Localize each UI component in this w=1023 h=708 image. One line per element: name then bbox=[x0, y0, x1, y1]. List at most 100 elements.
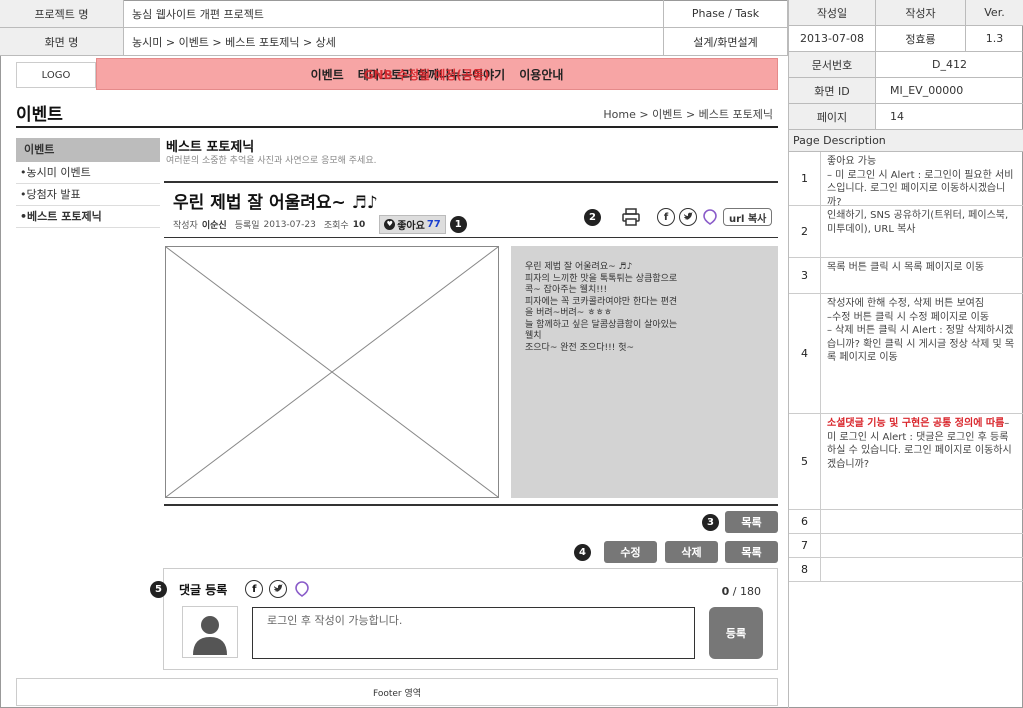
description-text: 소셜댓글 기능 및 구현은 공통 정의에 따름– 미 로그인 시 Alert :… bbox=[821, 414, 1023, 509]
writer-label: 작성자 bbox=[173, 221, 198, 231]
section-subtitle: 여러분의 소중한 추억을 사진과 사연으로 응모해 주세요. bbox=[166, 156, 377, 166]
avatar bbox=[182, 606, 238, 658]
divider bbox=[16, 126, 778, 128]
bird-glyph bbox=[273, 584, 283, 592]
gnb: 이벤트 테마스토리 함께나누는이야기 GNB 수정될 예정(공통) 이용안내 bbox=[96, 58, 778, 90]
screen-id-label: 화면 ID bbox=[788, 78, 875, 103]
description-row: 4 작성자에 한해 수정, 삭제 버튼 보여짐 –수정 버튼 클릭 시 수정 페… bbox=[789, 294, 1023, 414]
sidebar-item-best-photogenic[interactable]: •베스트 포토제닉 bbox=[16, 206, 160, 228]
breadcrumb: Home > 이벤트 > 베스트 포토제닉 bbox=[603, 108, 773, 121]
phase-label: Phase / Task bbox=[664, 0, 788, 27]
page-value: 14 bbox=[875, 104, 1023, 129]
description-text bbox=[821, 558, 1023, 581]
description-num: 7 bbox=[789, 534, 821, 557]
divider bbox=[164, 181, 778, 183]
register-button[interactable]: 등록 bbox=[709, 607, 763, 659]
phase-value: 설계/화면설계 bbox=[664, 28, 788, 55]
date-value: 2013-07-23 bbox=[263, 219, 316, 230]
post-meta: 작성자 이순신 등록일 2013-07-23 조회수 10 ♥ 좋아요 77 1 bbox=[173, 215, 467, 234]
version-label: Ver. bbox=[965, 0, 1023, 25]
facebook-icon[interactable]: f bbox=[245, 580, 264, 598]
me2day-icon[interactable] bbox=[701, 208, 719, 226]
author-label: 작성자 bbox=[875, 0, 965, 25]
comment-char-count: 0 / 180 bbox=[722, 585, 761, 598]
like-button[interactable]: ♥ 좋아요 77 bbox=[379, 215, 446, 234]
annotation-badge-1: 1 bbox=[449, 216, 467, 233]
date-label: 등록일 bbox=[234, 221, 260, 231]
screen-value: 농시미 > 이벤트 > 베스트 포토제닉 > 상세 bbox=[124, 28, 664, 55]
sidebar: 이벤트 •농시미 이벤트 •당첨자 발표 •베스트 포토제닉 bbox=[16, 138, 160, 228]
description-row: 2 인쇄하기, SNS 공유하기(트위터, 페이스북, 미투데이), URL 복… bbox=[789, 206, 1023, 258]
version-value: 1.3 bbox=[965, 26, 1023, 51]
doc-meta: 작성일 작성자 Ver. 2013-07-08 정효룡 1.3 문서번호 D_4… bbox=[788, 0, 1023, 130]
doc-header: 프로젝트 명 농심 웹사이트 개편 프로젝트 Phase / Task 화면 명… bbox=[0, 0, 788, 56]
sidebar-item-winners[interactable]: •당첨자 발표 bbox=[16, 184, 160, 206]
description-row: 7 bbox=[789, 534, 1023, 558]
list-button-top[interactable]: 목록 bbox=[725, 511, 778, 533]
post-body: 우린 제법 잘 어울려요~ ♬♪ 피자의 느끼한 맛을 톡톡튀는 상큼함으로 콕… bbox=[511, 246, 778, 498]
description-row: 5 소셜댓글 기능 및 구현은 공통 정의에 따름– 미 로그인 시 Alert… bbox=[789, 414, 1023, 510]
delete-button[interactable]: 삭제 bbox=[665, 541, 718, 563]
url-copy-button[interactable]: url 복사 bbox=[723, 208, 773, 226]
comment-header: 5 댓글 등록 f bbox=[150, 580, 311, 598]
comment-max: / 180 bbox=[729, 585, 761, 598]
list-button[interactable]: 목록 bbox=[725, 541, 778, 563]
views-value: 10 bbox=[352, 219, 366, 230]
description-row: 3 목록 버튼 클릭 시 목록 페이지로 이동 bbox=[789, 258, 1023, 294]
photo-placeholder bbox=[165, 246, 499, 498]
annotation-badge-3: 3 bbox=[702, 514, 719, 531]
image-placeholder-icon bbox=[165, 246, 499, 498]
description-text bbox=[821, 534, 1023, 557]
description-row: 6 bbox=[789, 510, 1023, 534]
user-icon bbox=[193, 616, 227, 655]
annotation-badge-4: 4 bbox=[574, 544, 591, 561]
description-text bbox=[821, 510, 1023, 533]
views-label: 조회수 bbox=[323, 221, 349, 231]
sidebar-head[interactable]: 이벤트 bbox=[16, 138, 160, 162]
gnb-item-event[interactable]: 이벤트 bbox=[311, 66, 344, 83]
description-row: 8 bbox=[789, 558, 1023, 582]
facebook-icon[interactable]: f bbox=[657, 208, 675, 226]
twitter-icon[interactable] bbox=[269, 580, 288, 598]
description-num: 6 bbox=[789, 510, 821, 533]
print-icon[interactable] bbox=[621, 208, 641, 226]
date-value: 2013-07-08 bbox=[788, 26, 875, 51]
twitter-icon[interactable] bbox=[679, 208, 697, 226]
writer-value: 이순신 bbox=[201, 221, 227, 231]
description-text: 인쇄하기, SNS 공유하기(트위터, 페이스북, 미투데이), URL 복사 bbox=[827, 210, 1009, 235]
share-tools: 2 f url 복사 bbox=[584, 208, 773, 226]
date-label: 작성일 bbox=[788, 0, 875, 25]
page-description-title: Page Description bbox=[789, 130, 1023, 152]
project-value: 농심 웹사이트 개편 프로젝트 bbox=[124, 0, 664, 27]
bird-glyph bbox=[683, 212, 693, 220]
annotation-badge-5: 5 bbox=[150, 580, 167, 598]
page-title: 이벤트 bbox=[16, 105, 63, 125]
logo[interactable]: LOGO bbox=[16, 62, 96, 88]
annotation-badge-2: 2 bbox=[584, 208, 601, 226]
page-description: Page Description 1 좋아요 가능 – 미 로그인 시 Aler… bbox=[788, 130, 1023, 708]
edit-button[interactable]: 수정 bbox=[604, 541, 657, 563]
divider bbox=[164, 504, 778, 506]
me2day-icon[interactable] bbox=[293, 580, 311, 598]
description-num: 2 bbox=[789, 206, 821, 257]
sidebar-item-nongsimi-event[interactable]: •농시미 이벤트 bbox=[16, 162, 160, 184]
comment-title: 댓글 등록 bbox=[179, 582, 228, 597]
author-value: 정효룡 bbox=[875, 26, 965, 51]
description-num: 4 bbox=[789, 294, 821, 413]
project-label: 프로젝트 명 bbox=[0, 0, 124, 27]
description-num: 5 bbox=[789, 414, 821, 509]
gnb-item-theme[interactable]: 테마스토리 함께나누는이야기 GNB 수정될 예정(공통) bbox=[358, 66, 506, 83]
gnb-item-guide[interactable]: 이용안내 bbox=[519, 66, 563, 83]
footer: Footer 영역 bbox=[16, 678, 778, 706]
screen-label: 화면 명 bbox=[0, 28, 124, 55]
like-count: 77 bbox=[426, 219, 441, 230]
screen-id-value: MI_EV_00000 bbox=[875, 78, 1023, 103]
description-text: 좋아요 가능 – 미 로그인 시 Alert : 로그인이 필요한 서비스입니다… bbox=[827, 156, 1014, 208]
divider bbox=[164, 237, 778, 238]
doc-no-label: 문서번호 bbox=[788, 52, 875, 77]
description-num: 3 bbox=[789, 258, 821, 293]
page-label: 페이지 bbox=[788, 104, 875, 129]
comment-input[interactable]: 로그인 후 작성이 가능합니다. bbox=[252, 607, 695, 659]
description-num: 8 bbox=[789, 558, 821, 581]
description-text: 작성자에 한해 수정, 삭제 버튼 보여짐 –수정 버튼 클릭 시 수정 페이지… bbox=[827, 298, 1015, 364]
